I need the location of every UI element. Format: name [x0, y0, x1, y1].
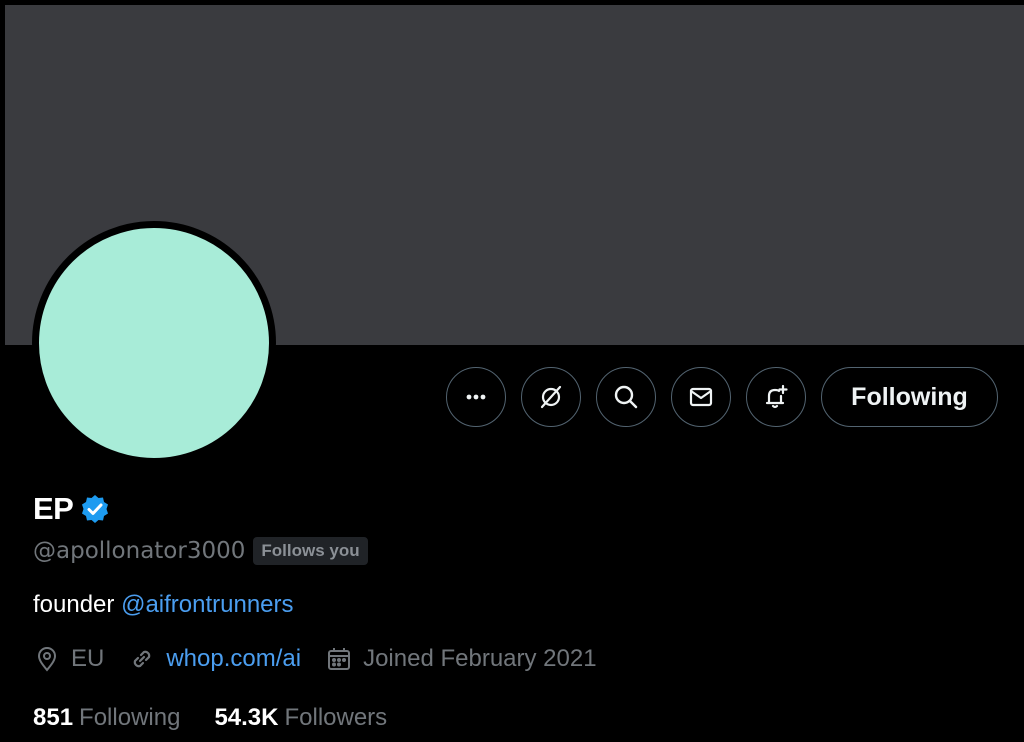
handle: @apollonator3000 [33, 538, 246, 564]
mail-icon [689, 387, 713, 407]
followers-stat[interactable]: 54.3K Followers [214, 704, 387, 732]
following-label: Following [79, 704, 181, 731]
avatar[interactable] [32, 221, 276, 465]
bio-mention-link[interactable]: @aifrontrunners [121, 591, 293, 618]
website-link[interactable]: whop.com/ai [166, 645, 301, 673]
follow-stats: 851 Following 54.3K Followers [33, 704, 421, 732]
handle-row: @apollonator3000 Follows you [33, 537, 368, 565]
grok-icon [540, 385, 562, 409]
joined-text: Joined February 2021 [363, 645, 597, 672]
link-icon [134, 650, 151, 668]
bell-plus-icon [765, 384, 788, 409]
followers-count: 54.3K [214, 704, 279, 731]
location-text: EU [71, 645, 105, 672]
calendar-icon [328, 648, 351, 670]
following-button[interactable]: Following [821, 367, 998, 427]
follows-you-badge: Follows you [253, 537, 368, 565]
left-edge [0, 0, 5, 742]
profile-meta: EU whop.com/ai Joined February 2021 [33, 645, 621, 673]
name-row: EP [33, 491, 111, 527]
message-button[interactable] [671, 367, 731, 427]
more-button[interactable] [446, 367, 506, 427]
more-icon [466, 394, 486, 400]
followers-label: Followers [284, 704, 388, 731]
following-stat[interactable]: 851 Following [33, 704, 180, 732]
bio-text: founder [33, 591, 115, 618]
display-name: EP [33, 491, 74, 526]
top-edge [0, 0, 1024, 5]
notify-button[interactable] [746, 367, 806, 427]
location-pin-icon [37, 647, 57, 672]
bio: founder @aifrontrunners [33, 591, 294, 619]
website-item: whop.com/ai [128, 645, 301, 673]
grok-button[interactable] [521, 367, 581, 427]
location-item: EU [33, 645, 104, 673]
verified-badge-icon[interactable] [79, 493, 111, 525]
joined-item: Joined February 2021 [325, 645, 597, 673]
following-count: 851 [33, 704, 74, 731]
search-button[interactable] [596, 367, 656, 427]
search-icon [614, 385, 638, 409]
